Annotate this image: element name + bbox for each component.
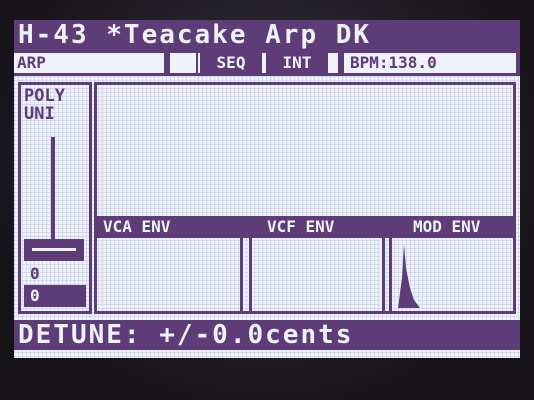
lcd-screen: H-43 *Teacake Arp DK ARP SEQ INT BPM:138… xyxy=(14,20,520,358)
voice-slider-track[interactable] xyxy=(51,137,55,243)
mode-label: ARP xyxy=(14,53,164,73)
mod-env-graph xyxy=(389,238,513,311)
status-row: ARP SEQ INT BPM:138.0 xyxy=(14,50,520,76)
patch-title: H-43 *Teacake Arp DK xyxy=(14,20,520,50)
vcf-env-label: VCF ENV xyxy=(267,217,335,236)
vcf-env-graph xyxy=(249,238,385,311)
voice-value-b: 0 xyxy=(24,285,86,307)
vca-env-label: VCA ENV xyxy=(103,217,171,236)
voice-panel: POLY UNI 0 0 xyxy=(18,82,92,314)
mod-env-label: MOD ENV xyxy=(413,217,481,236)
bpm-display: BPM:138.0 xyxy=(344,53,516,73)
seq-button[interactable]: SEQ xyxy=(200,53,262,73)
vca-env-graph xyxy=(97,238,243,311)
mod-env-curve xyxy=(398,244,420,308)
uni-label: UNI xyxy=(24,104,55,124)
sync-box: SEQ INT xyxy=(198,53,338,73)
poly-label: POLY xyxy=(24,86,65,106)
status-blank-box xyxy=(170,53,196,73)
arp-display-area: VCA ENV VCF ENV MOD ENV xyxy=(94,82,516,314)
voice-value-a: 0 xyxy=(30,264,40,283)
parameter-readout: DETUNE: +/-0.0cents xyxy=(14,320,520,350)
int-button[interactable]: INT xyxy=(266,53,328,73)
envelope-header: VCA ENV VCF ENV MOD ENV xyxy=(97,216,513,238)
voice-slider-handle[interactable] xyxy=(24,239,84,261)
slider-notch xyxy=(32,248,76,251)
